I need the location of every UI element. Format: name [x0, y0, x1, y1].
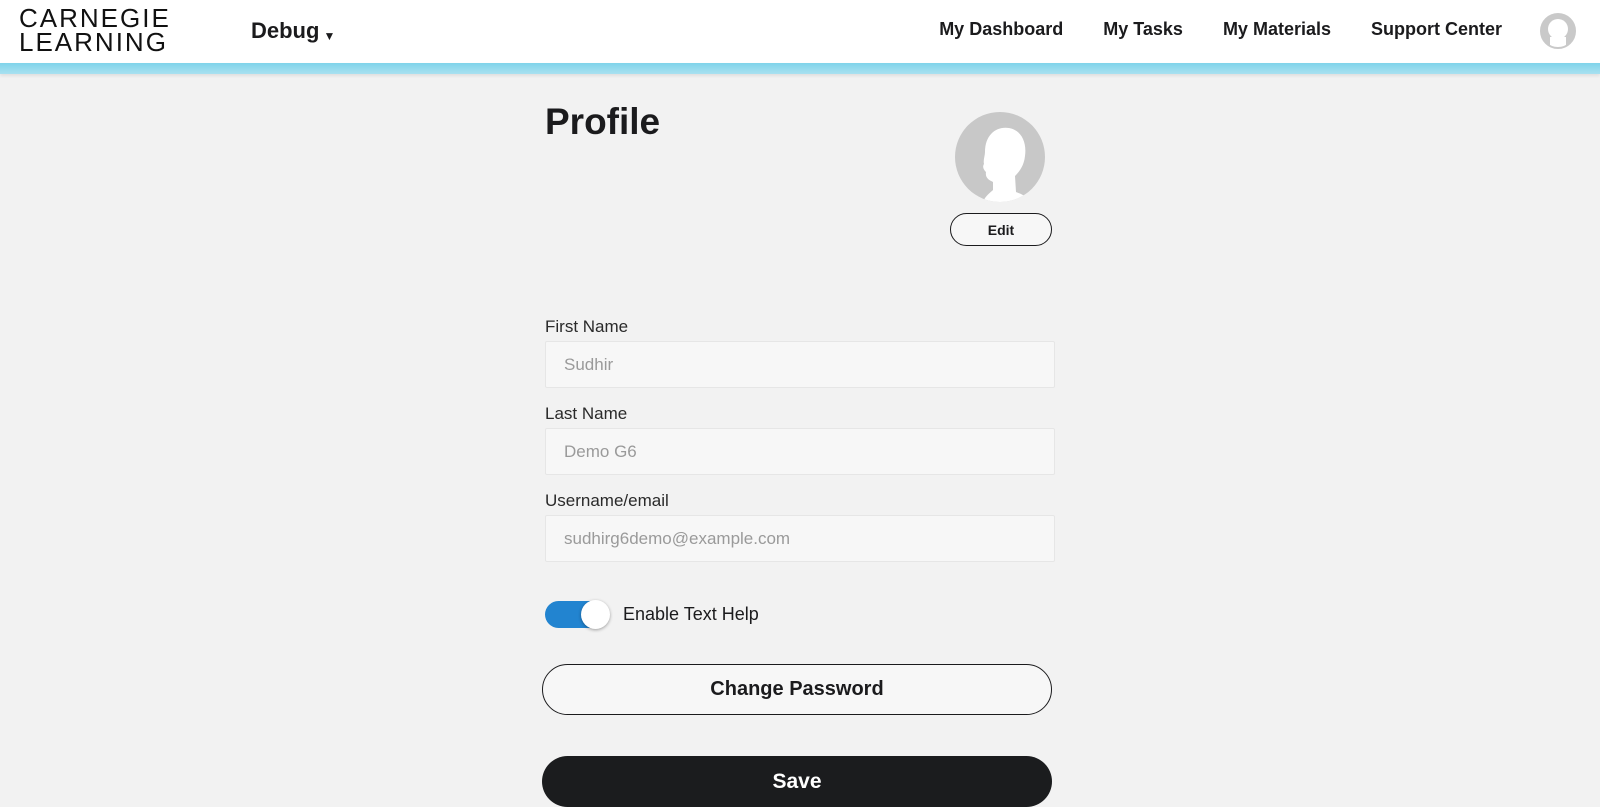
person-silhouette-icon [955, 112, 1045, 202]
last-name-field[interactable]: Demo G6 [545, 428, 1055, 475]
first-name-field[interactable]: Sudhir [545, 341, 1055, 388]
user-avatar-icon[interactable] [1540, 13, 1576, 49]
username-email-field[interactable]: sudhirg6demo@example.com [545, 515, 1055, 562]
change-password-button[interactable]: Change Password [542, 664, 1052, 715]
nav-my-tasks[interactable]: My Tasks [1103, 19, 1183, 40]
debug-menu-label: Debug [251, 18, 320, 43]
page-title: Profile [545, 101, 661, 142]
username-email-label: Username/email [545, 491, 669, 510]
edit-avatar-button[interactable]: Edit [950, 213, 1052, 246]
nav-support-center[interactable]: Support Center [1371, 19, 1502, 40]
enable-text-help-label: Enable Text Help [623, 604, 759, 624]
debug-menu[interactable]: Debug ▼ [251, 16, 335, 46]
nav-my-dashboard[interactable]: My Dashboard [939, 19, 1063, 40]
logo-line-2: LEARNING [19, 27, 168, 57]
caret-down-icon: ▼ [323, 29, 336, 43]
toggle-knob [581, 600, 610, 629]
carnegie-learning-logo[interactable]: CARNEGIE LEARNING [19, 5, 181, 57]
header-accent-bar [0, 63, 1600, 74]
save-button[interactable]: Save [542, 756, 1052, 807]
first-name-label: First Name [545, 317, 629, 336]
top-navigation-bar: CARNEGIE LEARNING Debug ▼ My Dashboard M… [0, 0, 1600, 63]
last-name-label: Last Name [545, 404, 628, 423]
nav-my-materials[interactable]: My Materials [1223, 19, 1331, 40]
enable-text-help-toggle[interactable] [545, 600, 610, 629]
main-nav: My Dashboard My Tasks My Materials Suppo… [939, 19, 1502, 40]
